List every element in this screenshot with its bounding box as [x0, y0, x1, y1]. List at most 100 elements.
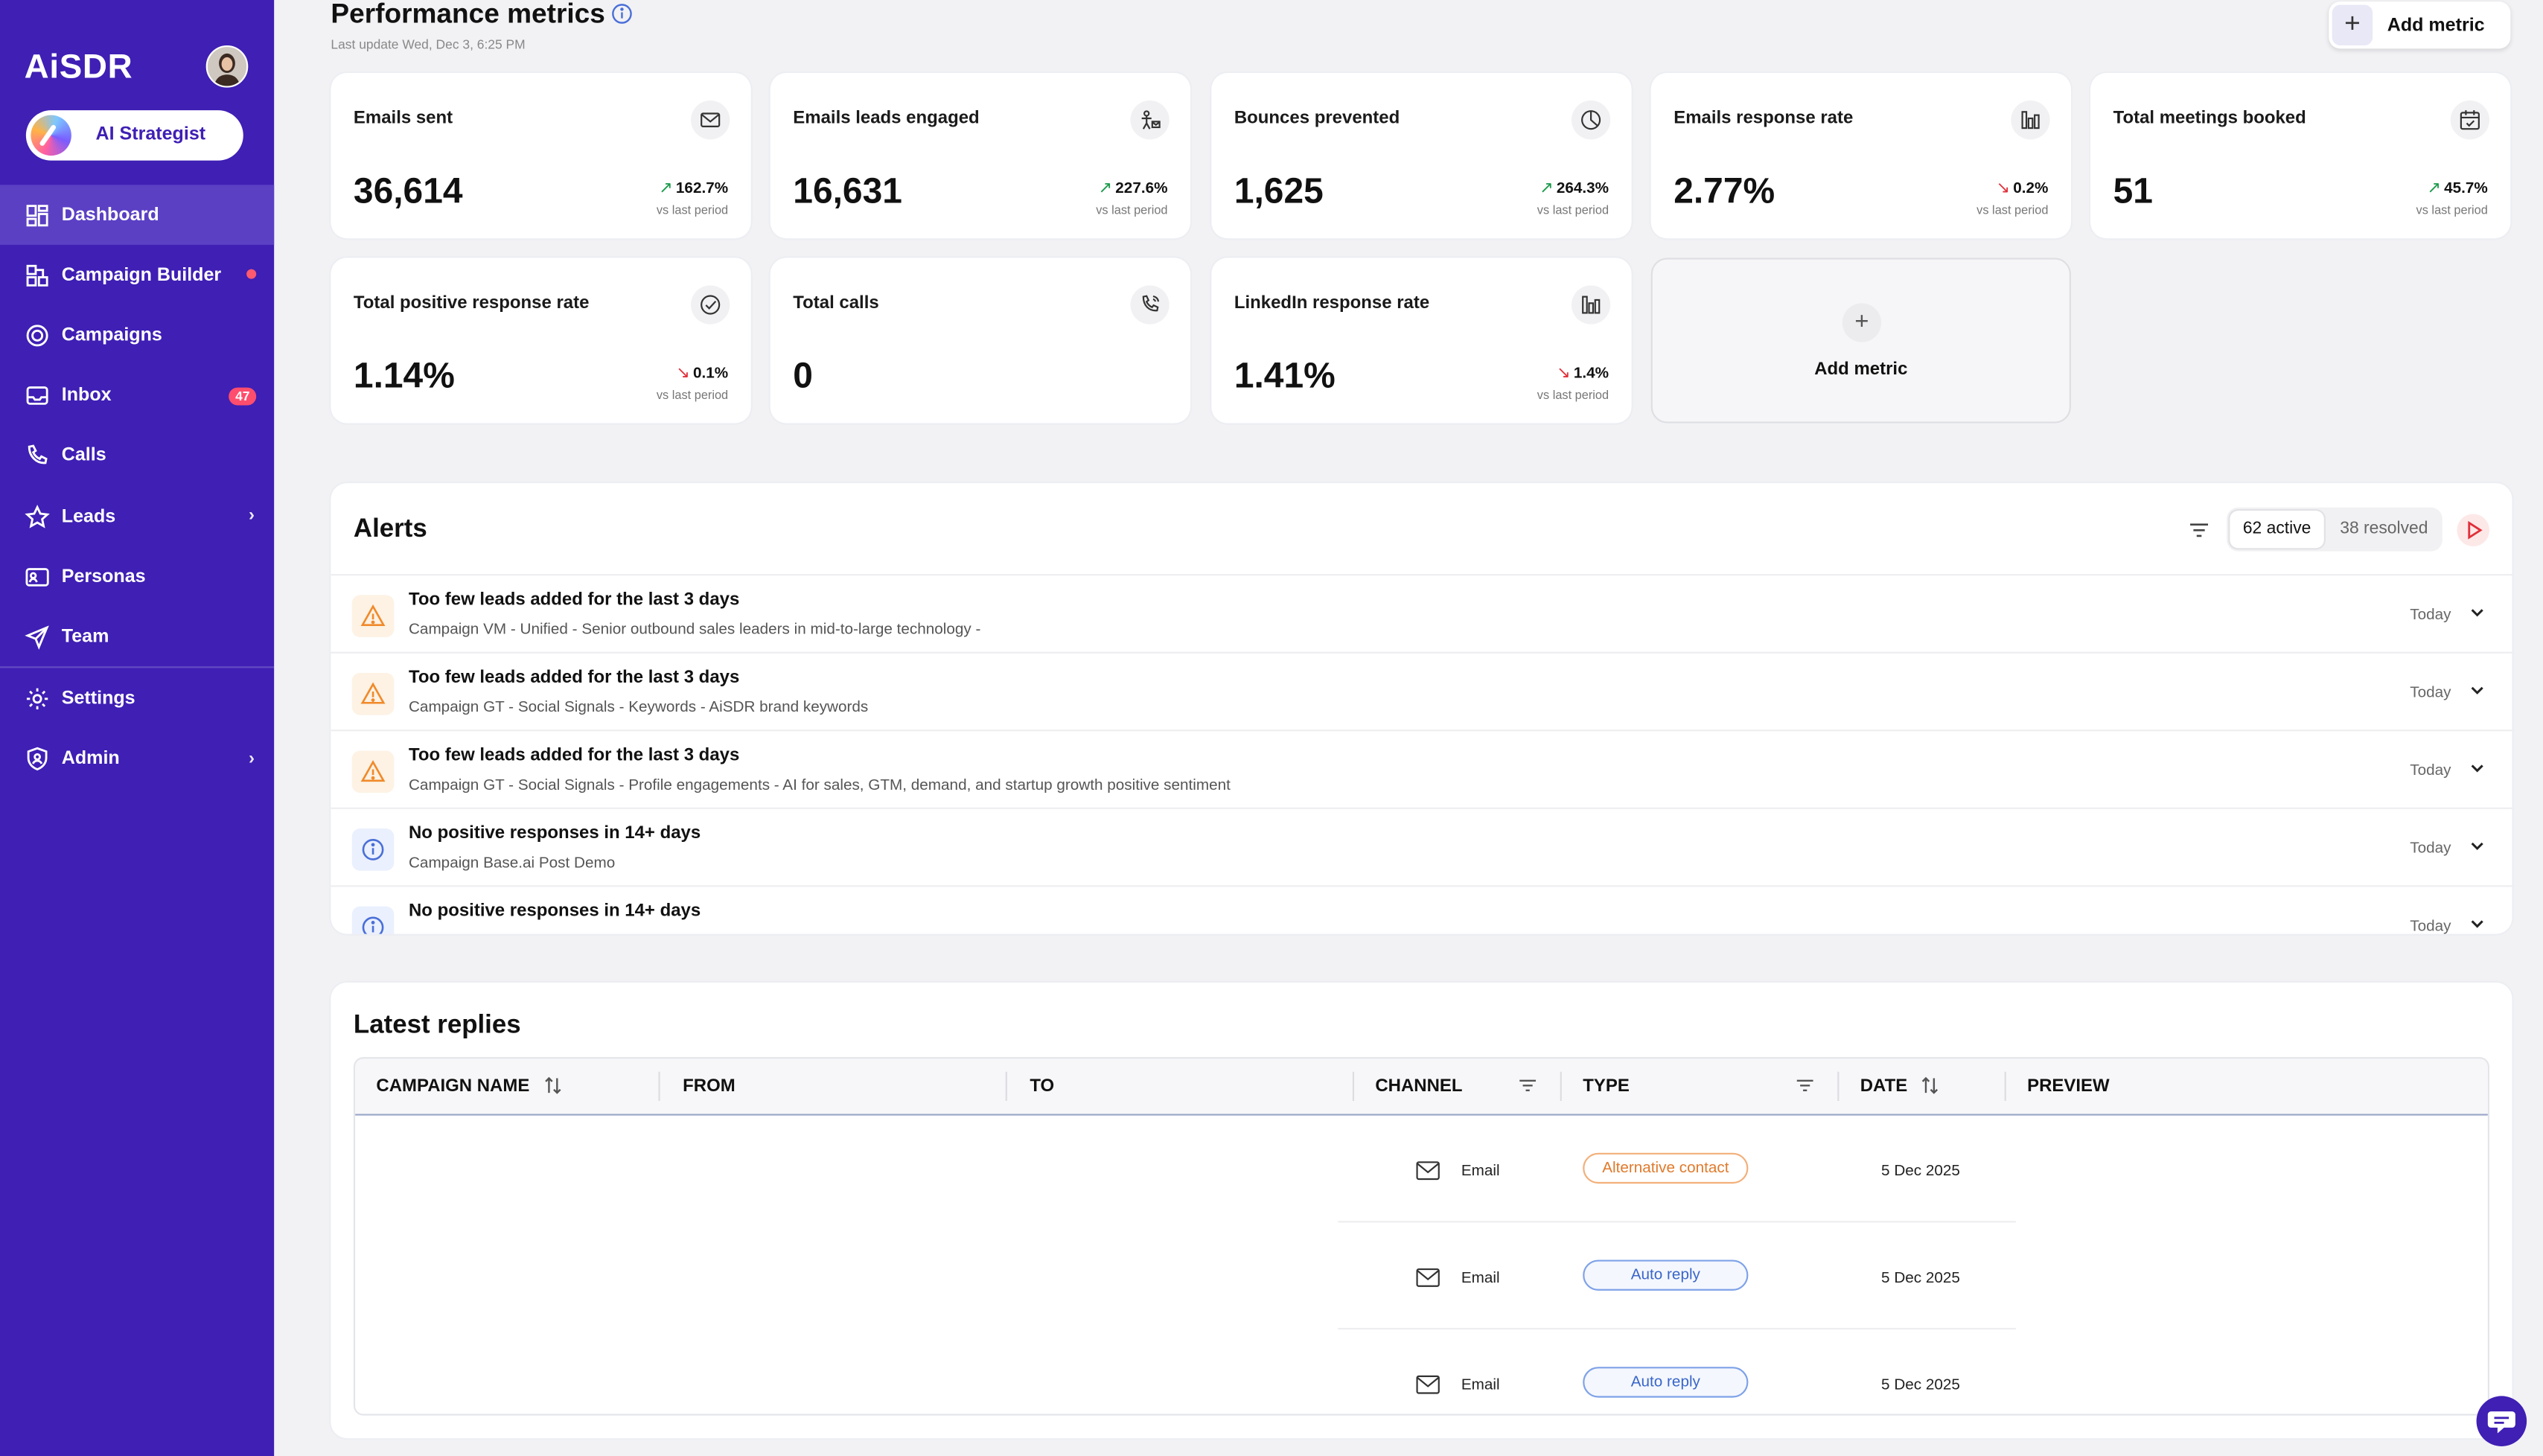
latest-replies-panel: Latest replies CAMPAIGN NAME FROM TO CHA…	[331, 982, 2512, 1439]
metric-card-total-meetings-booked[interactable]: Total meetings booked 51 ↗ 45.7% vs last p…	[2090, 73, 2511, 239]
trend-up-icon: ↗	[659, 179, 673, 198]
latest-replies-title: Latest replies	[353, 1012, 521, 1040]
add-metric-button[interactable]: + Add metric	[2329, 1, 2511, 49]
col-from[interactable]: FROM	[683, 1076, 736, 1096]
sort-icon[interactable]	[1920, 1075, 1939, 1096]
metric-label: Emails response rate	[1673, 108, 1854, 129]
sidebar-item-campaigns[interactable]: Campaigns	[0, 305, 274, 365]
mail-icon	[691, 100, 730, 140]
sidebar-item-campaign-builder[interactable]: Campaign Builder	[0, 245, 274, 305]
engaged-icon	[1130, 100, 1170, 140]
col-campaign-name[interactable]: CAMPAIGN NAME	[376, 1076, 529, 1096]
metric-value: 0	[793, 355, 813, 396]
active-tab[interactable]: 62 active	[2230, 511, 2324, 549]
col-channel[interactable]: CHANNEL	[1375, 1076, 1462, 1096]
metric-card-bounces-prevented[interactable]: Bounces prevented 1,625 ↗ 264.3% vs last p…	[1211, 73, 1632, 239]
alert-row[interactable]: No positive responses in 14+ days Today	[331, 885, 2512, 934]
trend-up-icon: ↗	[1098, 179, 1112, 198]
table-row[interactable]: Email Auto reply 5 Dec 2025	[355, 1222, 2488, 1330]
warning-icon	[351, 672, 395, 715]
bars-icon	[1571, 285, 1611, 325]
info-icon	[351, 828, 395, 871]
mail-icon	[1416, 1161, 1440, 1181]
gear-icon	[25, 686, 51, 712]
metric-card-total-positive-response-rate[interactable]: Total positive response rate 1.14% ↘ 0.1%…	[331, 258, 751, 424]
alerts-title: Alerts	[353, 515, 427, 543]
filter-icon[interactable]	[1518, 1075, 1537, 1096]
chevron-down-icon[interactable]	[2469, 681, 2486, 699]
metric-card-emails-sent[interactable]: Emails sent 36,614 ↗ 162.7% vs last period	[331, 73, 751, 239]
sidebar-item-inbox[interactable]: Inbox 47	[0, 365, 274, 426]
play-icon[interactable]	[2457, 514, 2489, 547]
chevron-down-icon[interactable]	[2469, 915, 2486, 933]
table-row[interactable]: Email Alternative contact 5 Dec 2025	[355, 1116, 2488, 1223]
sidebar-item-admin[interactable]: Admin ›	[0, 729, 274, 790]
metric-card-linkedin-response-rate[interactable]: LinkedIn response rate 1.41% ↘ 1.4% vs las…	[1211, 258, 1632, 424]
alert-row[interactable]: Too few leads added for the last 3 days …	[331, 729, 2512, 809]
metric-card-emails-leads-engaged[interactable]: Emails leads engaged 16,631 ↗ 227.6% vs la…	[770, 73, 1191, 239]
chevron-down-icon[interactable]	[2469, 759, 2486, 776]
sidebar-item-team[interactable]: Team	[0, 607, 274, 667]
table-row[interactable]: Email Auto reply 5 Dec 2025	[355, 1329, 2488, 1414]
alert-row[interactable]: Too few leads added for the last 3 days …	[331, 574, 2512, 654]
trend-down-icon: ↘	[1557, 365, 1571, 383]
metric-delta: ↗ 162.7% vs last period	[656, 179, 729, 217]
metric-label: Total meetings booked	[2113, 108, 2306, 129]
chevron-down-icon[interactable]	[2469, 837, 2486, 855]
col-date[interactable]: DATE	[1860, 1076, 1907, 1096]
app-logo: AiSDR	[24, 48, 133, 86]
metric-delta: ↘ 0.1% vs last period	[656, 365, 729, 403]
filter-icon[interactable]	[2188, 519, 2210, 541]
inbox-count-badge: 47	[229, 386, 257, 405]
metric-delta: ↘ 1.4% vs last period	[1537, 365, 1609, 403]
column-divider	[1837, 1071, 1840, 1101]
metric-card-emails-response-rate[interactable]: Emails response rate 2.77% ↘ 0.2% vs last …	[1650, 73, 2071, 239]
table-header: CAMPAIGN NAME FROM TO CHANNEL TYPE DATE …	[355, 1059, 2488, 1116]
sort-icon[interactable]	[543, 1075, 563, 1096]
type-badge: Auto reply	[1583, 1259, 1749, 1291]
info-icon[interactable]	[611, 3, 632, 24]
col-to[interactable]: TO	[1030, 1076, 1054, 1096]
alert-row[interactable]: No positive responses in 14+ days Campai…	[331, 807, 2512, 887]
ai-strategist-button[interactable]: AI Strategist	[25, 110, 243, 161]
phone-icon	[25, 443, 51, 469]
column-divider	[2004, 1071, 2006, 1101]
trend-down-icon: ↘	[1996, 179, 2010, 198]
notification-dot	[246, 269, 257, 280]
sidebar-divider	[0, 666, 275, 668]
chevron-down-icon[interactable]	[2469, 603, 2486, 621]
resolved-tab[interactable]: 38 resolved	[2331, 508, 2438, 552]
sidebar-item-leads[interactable]: Leads ›	[0, 486, 274, 546]
col-preview[interactable]: PREVIEW	[2027, 1076, 2110, 1096]
sidebar-item-personas[interactable]: Personas	[0, 546, 274, 607]
filter-icon[interactable]	[1796, 1075, 1815, 1096]
add-metric-card[interactable]: + Add metric	[1650, 258, 2071, 424]
sidebar-item-settings[interactable]: Settings	[0, 669, 274, 729]
metric-value: 51	[2113, 170, 2153, 211]
metric-delta: ↗ 227.6% vs last period	[1096, 179, 1168, 217]
alert-row[interactable]: Too few leads added for the last 3 days …	[331, 651, 2512, 732]
chat-support-button[interactable]	[2476, 1396, 2527, 1446]
column-divider	[1560, 1071, 1562, 1101]
sidebar-nav: Dashboard Campaign Builder Campaigns Inb…	[0, 185, 275, 790]
type-badge: Auto reply	[1583, 1367, 1749, 1398]
metric-card-total-calls[interactable]: Total calls 0	[770, 258, 1191, 424]
phone-icon	[1130, 285, 1170, 325]
alerts-panel: Alerts 62 active 38 resolved Too few lea…	[331, 483, 2512, 934]
mail-icon	[1416, 1268, 1440, 1287]
star-icon	[25, 503, 51, 529]
sidebar-item-calls[interactable]: Calls	[0, 426, 274, 486]
user-avatar[interactable]	[205, 45, 249, 88]
bars-icon	[2011, 100, 2050, 140]
target-icon	[25, 322, 51, 348]
metric-value: 1,625	[1234, 170, 1324, 211]
builder-icon	[25, 262, 51, 288]
calendar-icon	[2450, 100, 2489, 140]
trend-up-icon: ↗	[1539, 179, 1554, 198]
warning-icon	[351, 750, 395, 794]
metric-value: 2.77%	[1673, 170, 1775, 211]
col-type[interactable]: TYPE	[1583, 1076, 1630, 1096]
sidebar-item-dashboard[interactable]: Dashboard	[0, 185, 275, 246]
metric-value: 1.14%	[353, 355, 455, 396]
trend-up-icon: ↗	[2427, 179, 2441, 198]
